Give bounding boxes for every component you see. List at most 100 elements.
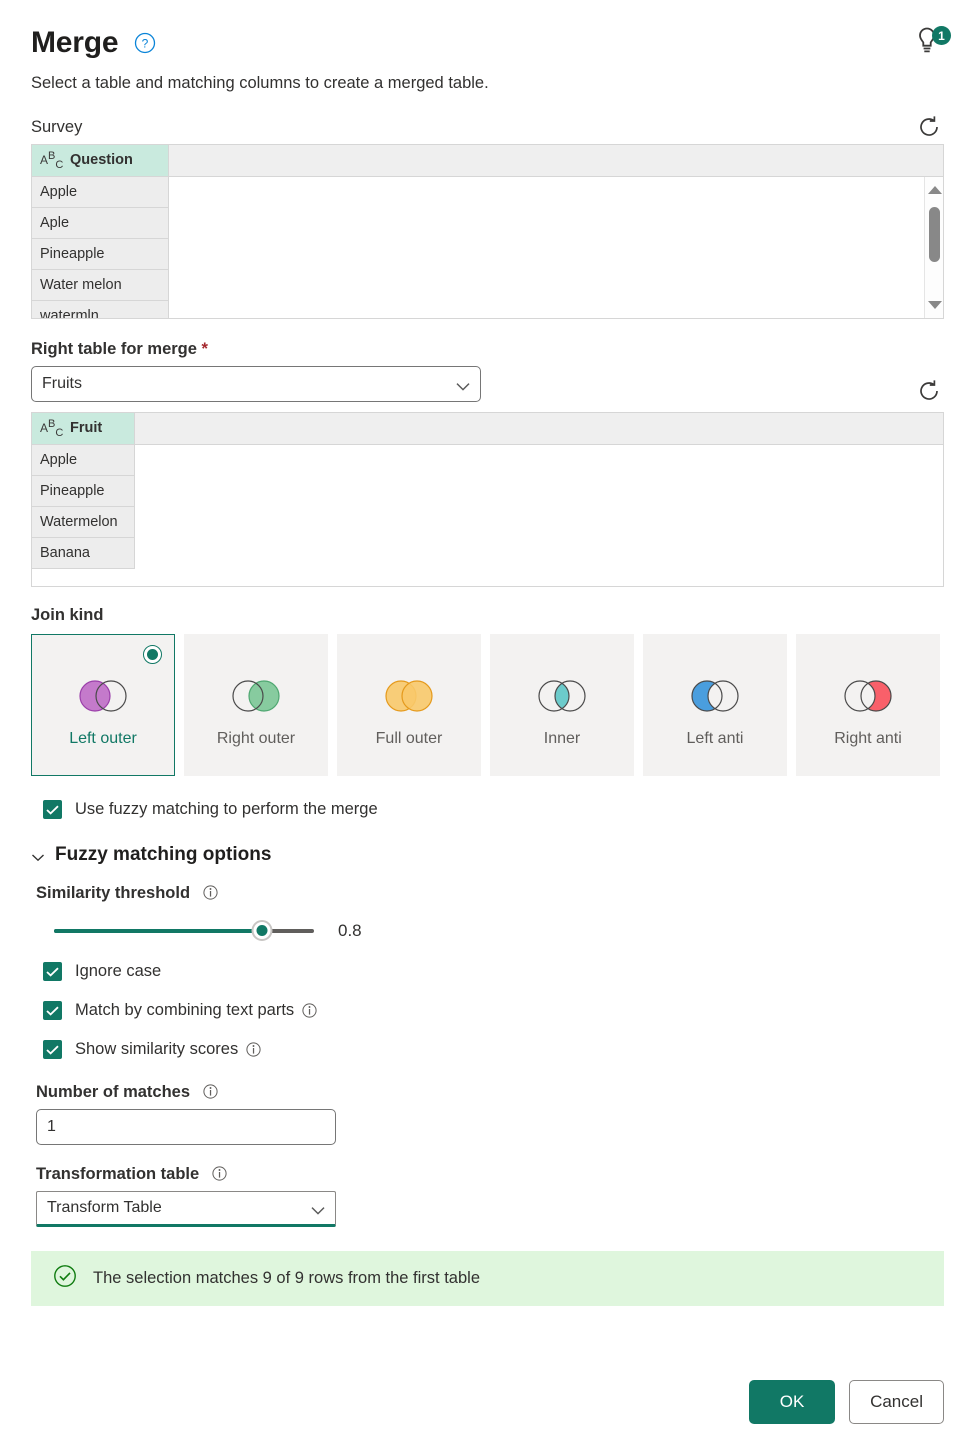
use-fuzzy-matching-checkbox[interactable]: Use fuzzy matching to perform the merge bbox=[43, 800, 944, 819]
use-fuzzy-matching-label: Use fuzzy matching to perform the merge bbox=[75, 800, 378, 818]
transformation-table-select[interactable]: Transform Table bbox=[36, 1191, 336, 1227]
dialog-footer: OK Cancel bbox=[749, 1380, 944, 1424]
cell-empty bbox=[134, 444, 943, 475]
venn-left-anti-icon bbox=[684, 679, 746, 718]
join-kind-label: Join kind bbox=[31, 606, 104, 624]
transformation-table-label: Transformation table bbox=[36, 1163, 944, 1185]
similarity-threshold-label: Similarity threshold bbox=[36, 882, 944, 904]
venn-right-outer-icon bbox=[225, 679, 287, 718]
number-of-matches-label: Number of matches bbox=[36, 1081, 944, 1103]
table-row[interactable]: Watermelon bbox=[32, 506, 943, 538]
table-row[interactable]: Pineapple bbox=[32, 238, 943, 270]
radio-selected-icon bbox=[143, 645, 162, 664]
info-icon[interactable] bbox=[212, 1165, 227, 1181]
info-icon[interactable] bbox=[203, 884, 218, 900]
chevron-down-icon bbox=[456, 379, 470, 391]
table-header-row: ABC Question bbox=[32, 145, 943, 177]
similarity-threshold-slider-row: 0.8 bbox=[36, 920, 944, 942]
column-header-label: Fruit bbox=[70, 420, 103, 437]
join-option-label: Left anti bbox=[686, 730, 744, 747]
cell-empty bbox=[168, 207, 943, 238]
table-row[interactable]: Pineapple bbox=[32, 475, 943, 507]
cell-empty bbox=[168, 176, 943, 207]
cell-question: Pineapple bbox=[32, 238, 169, 270]
table-row[interactable]: Water melon bbox=[32, 269, 943, 301]
cell-empty bbox=[134, 506, 943, 537]
ok-button[interactable]: OK bbox=[749, 1380, 836, 1424]
join-option-left-anti[interactable]: Left anti bbox=[643, 634, 787, 776]
info-icon[interactable] bbox=[246, 1042, 261, 1057]
ignore-case-label: Ignore case bbox=[75, 962, 162, 980]
table-row[interactable]: Apple bbox=[32, 444, 943, 476]
svg-text:?: ? bbox=[142, 37, 149, 51]
scrollbar-thumb[interactable] bbox=[929, 207, 940, 262]
cell-question: Aple bbox=[32, 207, 169, 239]
slider-fill bbox=[54, 929, 262, 933]
column-header-question[interactable]: ABC Question bbox=[32, 145, 169, 177]
left-table-preview[interactable]: ABC Question Apple Aple Pineapple Water … bbox=[31, 144, 944, 319]
table-row[interactable]: watermln bbox=[32, 300, 943, 318]
number-of-matches-label-text: Number of matches bbox=[36, 1083, 191, 1101]
join-option-label: Right outer bbox=[216, 730, 296, 747]
page-title: Merge bbox=[31, 26, 119, 59]
refresh-icon-right[interactable] bbox=[914, 376, 944, 406]
join-option-full-outer[interactable]: Full outer bbox=[337, 634, 481, 776]
checkbox-checked-icon bbox=[43, 962, 62, 981]
right-table-section: Right table for merge * Fruits ABC Fruit bbox=[31, 338, 944, 587]
right-table-label-text: Right table for merge bbox=[31, 340, 197, 358]
info-icon[interactable] bbox=[203, 1083, 218, 1099]
right-table-select[interactable]: Fruits bbox=[31, 366, 481, 402]
right-preview-table: ABC Fruit Apple Pineapple Watermelon Ban… bbox=[32, 413, 943, 569]
vertical-scrollbar[interactable] bbox=[924, 177, 943, 318]
checkbox-checked-icon bbox=[43, 800, 62, 819]
join-option-label: Right anti bbox=[834, 730, 902, 747]
slider-thumb[interactable] bbox=[251, 920, 273, 941]
left-table-section: Survey ABC Question Apple Aple Pineapple… bbox=[31, 116, 944, 319]
abc-text-type-icon: ABC bbox=[40, 150, 64, 172]
join-option-left-outer[interactable]: Left outer bbox=[31, 634, 175, 776]
fuzzy-options-toggle[interactable]: Fuzzy matching options bbox=[31, 844, 944, 866]
join-kind-section: Join kind Left outer Right outer Full ou… bbox=[31, 604, 944, 776]
cell-empty bbox=[168, 300, 943, 318]
show-similarity-scores-label: Show similarity scores bbox=[75, 1040, 239, 1058]
required-marker: * bbox=[201, 340, 208, 358]
status-banner: The selection matches 9 of 9 rows from t… bbox=[31, 1251, 944, 1306]
question-circle-icon[interactable]: ? bbox=[134, 32, 156, 54]
column-header-fruit[interactable]: ABC Fruit bbox=[32, 413, 135, 445]
scroll-up-icon[interactable] bbox=[925, 181, 943, 199]
scroll-down-icon[interactable] bbox=[925, 296, 943, 314]
info-icon[interactable] bbox=[302, 1003, 317, 1018]
join-option-right-anti[interactable]: Right anti bbox=[796, 634, 940, 776]
transformation-table-label-text: Transformation table bbox=[36, 1165, 200, 1183]
table-header-row: ABC Fruit bbox=[32, 413, 943, 445]
join-option-label: Left outer bbox=[69, 730, 137, 747]
venn-full-outer-icon bbox=[378, 679, 440, 718]
table-row[interactable]: Apple bbox=[32, 176, 943, 208]
show-similarity-scores-checkbox[interactable]: Show similarity scores bbox=[43, 1040, 944, 1059]
join-option-inner[interactable]: Inner bbox=[490, 634, 634, 776]
join-option-label: Full outer bbox=[375, 730, 443, 747]
similarity-threshold-slider[interactable] bbox=[54, 920, 314, 942]
cancel-button[interactable]: Cancel bbox=[849, 1380, 944, 1424]
fuzzy-options-heading: Fuzzy matching options bbox=[55, 844, 272, 865]
right-table-preview[interactable]: ABC Fruit Apple Pineapple Watermelon Ban… bbox=[31, 412, 944, 587]
cell-empty bbox=[134, 475, 943, 506]
join-option-right-outer[interactable]: Right outer bbox=[184, 634, 328, 776]
number-of-matches-field: Number of matches bbox=[36, 1081, 944, 1145]
cell-fruit: Banana bbox=[32, 537, 135, 569]
check-circle-icon bbox=[53, 1264, 77, 1293]
number-of-matches-input[interactable] bbox=[36, 1109, 336, 1145]
column-header-empty bbox=[134, 413, 943, 445]
table-row[interactable]: Banana bbox=[32, 537, 943, 569]
checkbox-checked-icon bbox=[43, 1001, 62, 1020]
ignore-case-checkbox[interactable]: Ignore case bbox=[43, 962, 944, 981]
chevron-down-icon bbox=[31, 850, 45, 862]
venn-left-outer-icon bbox=[72, 679, 134, 718]
refresh-icon-left[interactable] bbox=[914, 112, 944, 142]
chevron-down-icon bbox=[311, 1203, 325, 1215]
join-kind-options: Left outer Right outer Full outer Inner … bbox=[31, 634, 944, 776]
cell-empty bbox=[168, 238, 943, 269]
column-header-label: Question bbox=[70, 152, 133, 169]
match-combining-text-parts-checkbox[interactable]: Match by combining text parts bbox=[43, 1001, 944, 1020]
table-row[interactable]: Aple bbox=[32, 207, 943, 239]
